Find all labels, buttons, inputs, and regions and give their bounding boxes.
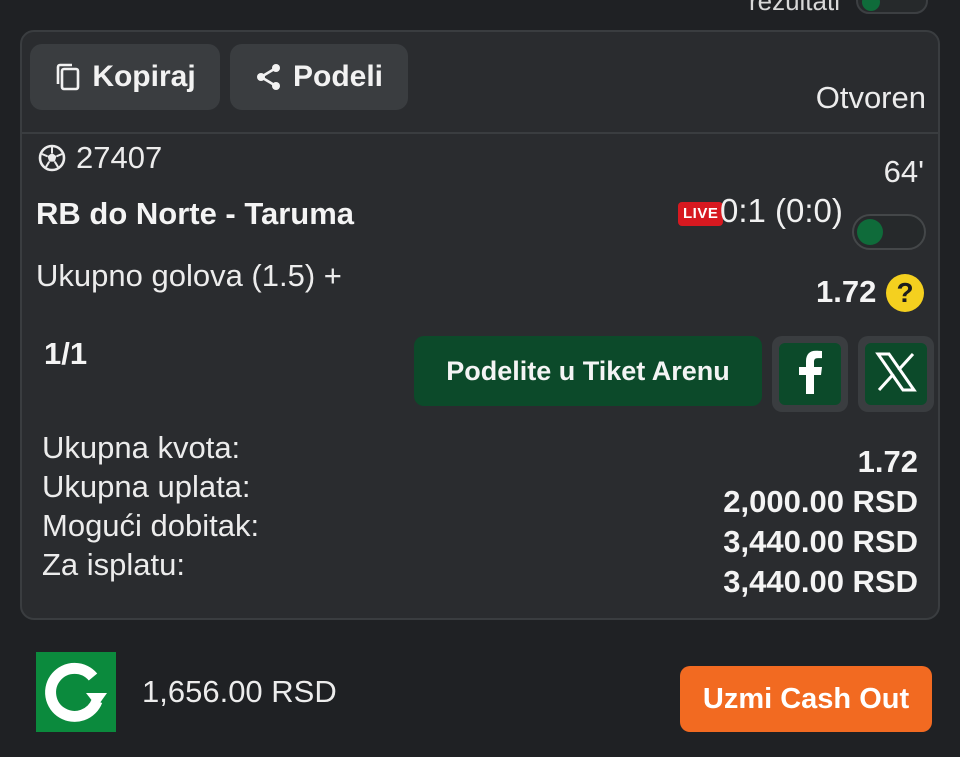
payout-label: Za isplatu:	[42, 547, 186, 582]
page: rezultati Kopiraj Podeli Otvoren 27407 6…	[0, 0, 960, 757]
match-score: 0:1 (0:0)	[720, 192, 843, 229]
possible-win-label: Mogući dobitak:	[42, 508, 260, 543]
payout-value: 3,440.00 RSD	[723, 564, 918, 599]
cashout-logo-icon	[36, 652, 116, 732]
toggle-knob	[857, 219, 883, 245]
facebook-icon	[795, 350, 825, 399]
match-teams: RB do Norte - Taruma	[36, 196, 355, 231]
match-toggle[interactable]	[852, 214, 926, 250]
copy-button[interactable]: Kopiraj	[30, 44, 220, 110]
total-odds-value: 1.72	[857, 444, 918, 479]
stake-label: Ukupna uplata:	[42, 469, 251, 504]
bet-count: 1/1	[44, 336, 88, 371]
ticket-summary: Ukupna kvota: Ukupna uplata: Mogući dobi…	[22, 428, 938, 599]
cashout-amount: 1,656.00 RSD	[142, 674, 337, 709]
ticket-card: Kopiraj Podeli Otvoren 27407 64' RB do N…	[20, 30, 940, 620]
live-badge: LIVE	[678, 202, 724, 226]
ticket-arena-button[interactable]: Podelite u Tiket Arenu	[414, 336, 762, 406]
copy-icon	[54, 62, 82, 92]
partial-label: rezultati	[748, 0, 840, 16]
copy-label: Kopiraj	[92, 60, 196, 93]
summary-labels: Ukupna kvota: Ukupna uplata: Mogući dobi…	[42, 428, 259, 584]
bet-market: Ukupno golova (1.5) +	[36, 258, 342, 293]
ticket-status: Otvoren	[815, 80, 926, 115]
x-icon	[875, 351, 917, 398]
cashout-bar: 1,656.00 RSD Uzmi Cash Out	[0, 632, 960, 757]
total-odds-label: Ukupna kvota:	[42, 430, 241, 465]
cashout-button[interactable]: Uzmi Cash Out	[680, 666, 932, 732]
stake-value: 2,000.00 RSD	[723, 484, 918, 519]
summary-values: 1.72 2,000.00 RSD 3,440.00 RSD 3,440.00 …	[723, 442, 918, 602]
x-share-button[interactable]	[858, 336, 934, 412]
ticket-header: Kopiraj Podeli Otvoren	[22, 32, 938, 132]
possible-win-value: 3,440.00 RSD	[723, 524, 918, 559]
match-code: 27407	[38, 140, 162, 176]
share-button[interactable]: Podeli	[230, 44, 408, 110]
share-label: Podeli	[292, 60, 383, 93]
match-code-text: 27407	[76, 140, 163, 175]
partial-toggle[interactable]	[856, 0, 928, 14]
soccer-ball-icon	[38, 144, 66, 172]
match-minute: 64'	[883, 154, 924, 189]
previous-row-partial: rezultati	[0, 0, 960, 22]
share-icon	[255, 62, 283, 92]
help-icon[interactable]: ?	[886, 274, 924, 312]
facebook-share-button[interactable]	[772, 336, 848, 412]
bet-odds: 1.72	[816, 274, 877, 309]
